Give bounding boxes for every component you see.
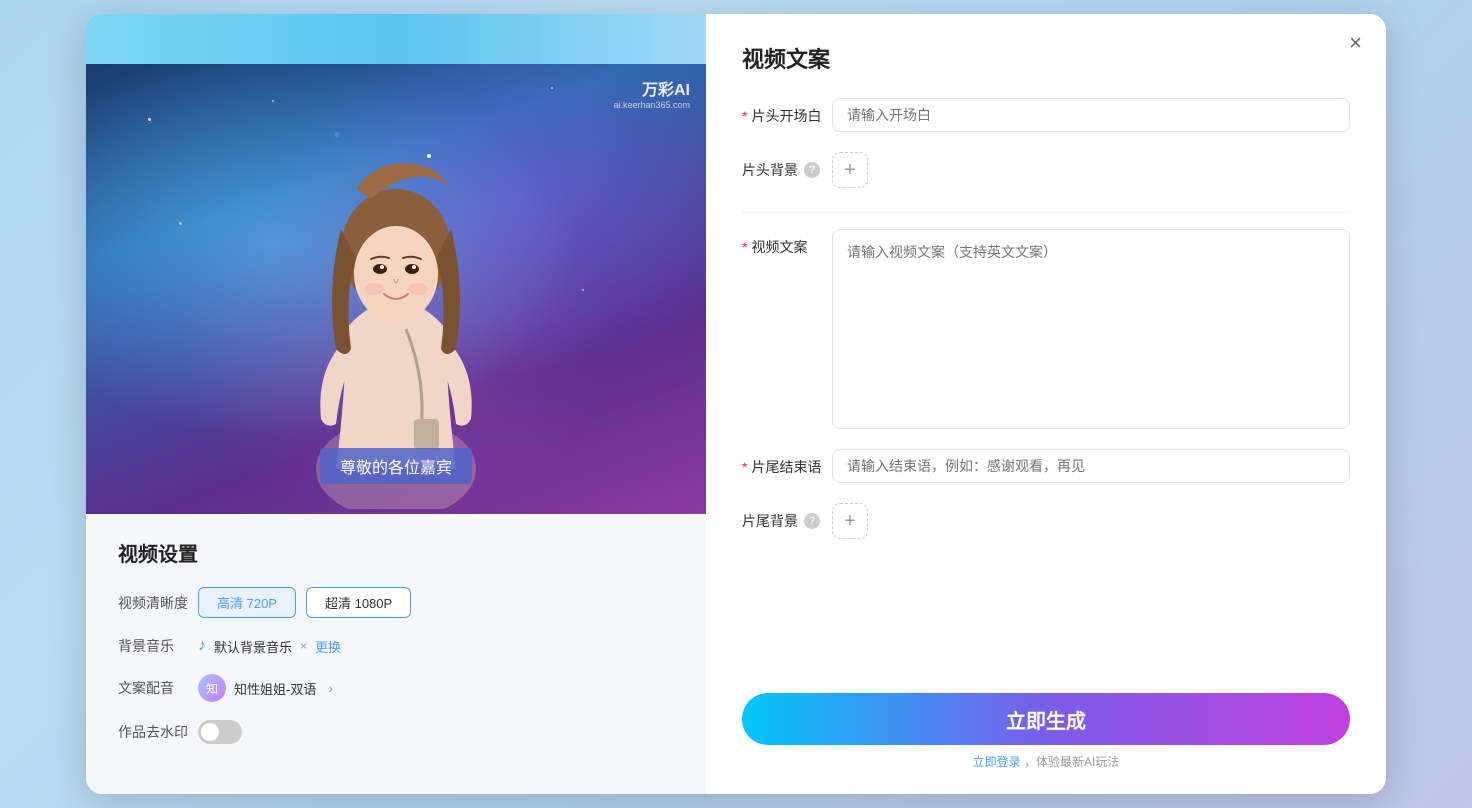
- voice-avatar: 知: [198, 674, 226, 702]
- watermark-label: 作品去水印: [118, 722, 198, 742]
- music-icon: ♪: [198, 637, 206, 655]
- quality-720p-button[interactable]: 高清 720P: [198, 587, 296, 618]
- video-script-label: * 视频文案: [742, 229, 832, 257]
- left-panel: 万彩AI ai.keerhan365.com: [86, 14, 706, 794]
- script-required: *: [742, 239, 747, 255]
- video-script-form-group: * 视频文案: [742, 229, 1350, 429]
- ending-label-text: 片尾结束语: [751, 457, 821, 477]
- login-hint-text: ，体验最新AI玩法: [1024, 755, 1119, 769]
- quality-setting-row: 视频清晰度 高清 720P 超清 1080P: [118, 587, 674, 618]
- music-remove-button[interactable]: ×: [300, 639, 307, 653]
- quality-label: 视频清晰度: [118, 593, 198, 613]
- opening-required: *: [742, 108, 747, 124]
- header-bg-label: 片头背景 ?: [742, 152, 832, 180]
- video-script-label-text: 视频文案: [751, 237, 807, 257]
- ending-required: *: [742, 459, 747, 475]
- music-change-button[interactable]: 更换: [315, 637, 341, 656]
- header-bg-add-button[interactable]: +: [832, 152, 868, 188]
- divider: [742, 212, 1350, 213]
- right-panel: 视频文案 * 片头开场白 片头背景 ? +: [706, 14, 1386, 794]
- voice-name: 知性姐姐-双语: [234, 679, 316, 698]
- watermark-text: 万彩AI: [613, 76, 690, 100]
- watermark-toggle[interactable]: [198, 720, 242, 744]
- opening-label: * 片头开场白: [742, 98, 832, 126]
- header-bg-label-text: 片头背景: [742, 160, 798, 180]
- ending-form-group: * 片尾结束语: [742, 449, 1350, 483]
- ending-label: * 片尾结束语: [742, 449, 832, 477]
- opening-label-text: 片头开场白: [751, 106, 821, 126]
- login-hint: 立即登录 ，体验最新AI玩法: [742, 753, 1350, 770]
- watermark-sub: ai.keerhan365.com: [613, 100, 690, 110]
- generate-button[interactable]: 立即生成: [742, 693, 1350, 745]
- music-label: 背景音乐: [118, 636, 198, 656]
- watermark-setting-row: 作品去水印: [118, 720, 674, 744]
- video-script-textarea[interactable]: [832, 229, 1350, 429]
- music-row: ♪ 默认背景音乐 × 更换: [198, 637, 341, 656]
- footer-bg-help-icon[interactable]: ?: [804, 513, 820, 529]
- video-subtitle: 尊敬的各位嘉宾: [320, 448, 472, 484]
- quality-1080p-button[interactable]: 超清 1080P: [306, 587, 411, 618]
- footer-bg-label-text: 片尾背景: [742, 511, 798, 531]
- voice-setting-row: 文案配音 知 知性姐姐-双语 ›: [118, 674, 674, 702]
- music-setting-row: 背景音乐 ♪ 默认背景音乐 × 更换: [118, 636, 674, 656]
- right-panel-title: 视频文案: [742, 42, 1350, 74]
- settings-title: 视频设置: [118, 538, 674, 567]
- modal: ×: [86, 14, 1386, 794]
- header-bg-help-icon[interactable]: ?: [804, 162, 820, 178]
- footer-bg-add-button[interactable]: +: [832, 503, 868, 539]
- header-bg-form-group: 片头背景 ? +: [742, 152, 1350, 188]
- music-name: 默认背景音乐: [214, 637, 292, 656]
- ending-input[interactable]: [832, 449, 1350, 483]
- voice-label: 文案配音: [118, 678, 198, 698]
- video-preview: 万彩AI ai.keerhan365.com: [86, 14, 706, 514]
- video-watermark: 万彩AI ai.keerhan365.com: [613, 76, 690, 110]
- video-main: 万彩AI ai.keerhan365.com: [86, 64, 706, 514]
- watermark-toggle-area: [198, 720, 242, 744]
- opening-input[interactable]: [832, 98, 1350, 132]
- close-button[interactable]: ×: [1349, 32, 1362, 54]
- opening-form-group: * 片头开场白: [742, 98, 1350, 132]
- footer-bg-label: 片尾背景 ?: [742, 503, 832, 531]
- video-top-bar: [86, 14, 706, 64]
- voice-row[interactable]: 知 知性姐姐-双语 ›: [198, 674, 333, 702]
- login-link[interactable]: 立即登录: [973, 755, 1021, 769]
- video-settings-section: 视频设置 视频清晰度 高清 720P 超清 1080P 背景音乐 ♪ 默认背景音…: [86, 514, 706, 762]
- voice-arrow-icon: ›: [328, 680, 333, 696]
- modal-overlay: ×: [0, 0, 1472, 808]
- footer-bg-form-group: 片尾背景 ? +: [742, 503, 1350, 539]
